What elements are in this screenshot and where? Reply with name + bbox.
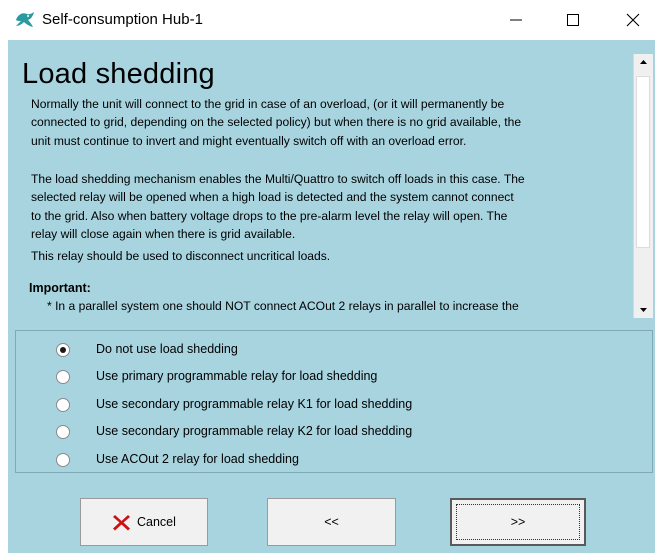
victron-logo-icon xyxy=(15,11,35,28)
next-label: >> xyxy=(510,515,526,529)
info-scrollbar[interactable] xyxy=(633,54,653,318)
radio-button[interactable] xyxy=(56,370,70,384)
paragraph-overload: Normally the unit will connect to the gr… xyxy=(31,95,631,150)
radio-button[interactable] xyxy=(56,425,70,439)
maximize-button[interactable] xyxy=(551,0,595,40)
text-line: unit must continue to invert and might e… xyxy=(31,133,467,148)
scroll-up-button[interactable] xyxy=(634,54,653,71)
text-line: Normally the unit will connect to the gr… xyxy=(31,97,505,111)
radio-button[interactable] xyxy=(56,343,70,357)
back-label: << xyxy=(324,515,339,529)
minimize-icon xyxy=(510,19,522,21)
option-label: Do not use load shedding xyxy=(96,342,238,356)
text-line: selected relay will be opened when a hig… xyxy=(31,190,514,205)
paragraph-uncritical-loads: This relay should be used to disconnect … xyxy=(31,249,331,263)
important-label: Important: xyxy=(29,281,91,295)
load-shedding-options: Do not use load shedding Use primary pro… xyxy=(15,330,653,473)
text-line: to the grid. Also when battery voltage d… xyxy=(31,208,508,223)
option-label: Use ACOut 2 relay for load shedding xyxy=(96,452,299,466)
text-line: connected to grid, depending on the sele… xyxy=(31,115,522,130)
minimize-button[interactable] xyxy=(494,0,538,40)
page-title: Load shedding xyxy=(22,58,215,90)
scroll-down-arrow-icon xyxy=(640,308,647,312)
text-line: relay will close again when there is gri… xyxy=(31,226,296,241)
close-icon xyxy=(626,13,640,27)
option-label: Use secondary programmable relay K1 for … xyxy=(96,397,413,411)
close-button[interactable] xyxy=(611,0,655,40)
window-title: Self-consumption Hub-1 xyxy=(42,11,203,28)
important-bullet: * In a parallel system one should NOT co… xyxy=(47,299,519,313)
radio-button[interactable] xyxy=(56,453,70,467)
text-line: The load shedding mechanism enables the … xyxy=(31,172,525,186)
title-bar: Self-consumption Hub-1 xyxy=(0,0,655,40)
cancel-label: Cancel xyxy=(137,515,176,529)
option-label: Use primary programmable relay for load … xyxy=(96,369,378,383)
scroll-thumb[interactable] xyxy=(636,76,650,248)
option-label: Use secondary programmable relay K2 for … xyxy=(96,424,413,438)
maximize-icon xyxy=(567,14,579,26)
cancel-button[interactable]: Cancel xyxy=(80,498,208,546)
paragraph-mechanism: The load shedding mechanism enables the … xyxy=(31,170,631,243)
scroll-up-arrow-icon xyxy=(640,60,647,64)
scroll-down-button[interactable] xyxy=(634,301,653,318)
radio-button[interactable] xyxy=(56,398,70,412)
next-button[interactable]: >> xyxy=(450,498,586,546)
back-button[interactable]: << xyxy=(267,498,396,546)
info-panel: Load shedding Normally the unit will con… xyxy=(10,54,633,318)
